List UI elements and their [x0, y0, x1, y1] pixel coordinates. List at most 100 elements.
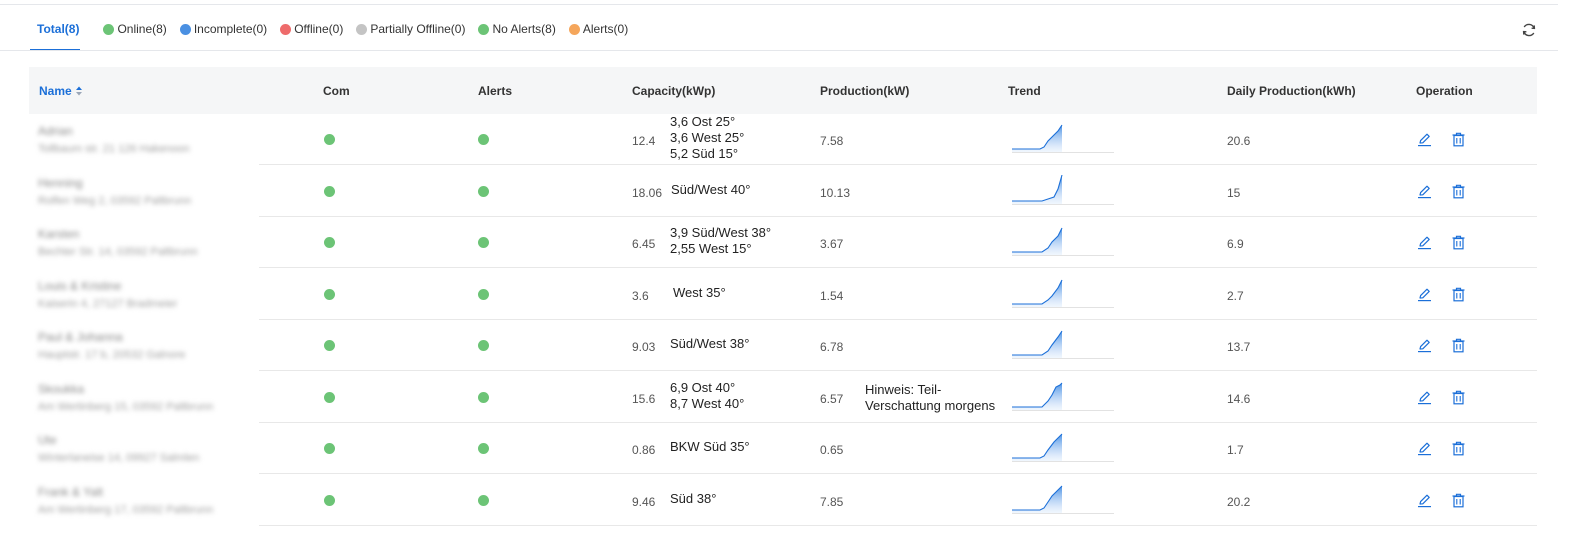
- production-value: 0.65: [820, 443, 844, 457]
- filter-tab-label: No Alerts(8): [492, 22, 556, 36]
- orientation-line: 3,6 Ost 25°: [670, 114, 736, 129]
- plant-name[interactable]: Henning Rolfen Weg 2, 03592 Paltbrunn: [38, 176, 191, 207]
- alert-status-icon: [478, 134, 489, 145]
- production-value: 1.54: [820, 288, 844, 303]
- plant-note: Hinweis: Teil- Verschattung morgens: [865, 382, 995, 414]
- column-header-com: Com: [323, 84, 350, 98]
- capacity-value: 12.4: [632, 134, 656, 148]
- plant-name-label: Ute: [38, 433, 57, 447]
- edit-icon[interactable]: [1417, 132, 1432, 152]
- table-row[interactable]: Karsten Bechter Str. 14, 03592 Paltbrunn…: [29, 217, 1537, 268]
- daily-production-value: 6.9: [1227, 237, 1244, 251]
- daily-production-value: 20.6: [1227, 134, 1251, 148]
- plant-name[interactable]: Adrian Tollbaum str. 21 126 Hakenoon: [38, 124, 190, 155]
- com-status-icon: [324, 443, 335, 454]
- status-dot-icon: [179, 23, 191, 35]
- capacity-value: 3.6: [632, 288, 649, 303]
- filter-tab-3[interactable]: Offline(0): [280, 22, 343, 36]
- plant-name[interactable]: Louis & Kristine Kaiserin 4, 27127 Bradm…: [38, 279, 177, 310]
- trash-icon[interactable]: [1451, 184, 1466, 204]
- edit-icon[interactable]: [1417, 441, 1432, 461]
- trash-icon[interactable]: [1451, 338, 1466, 358]
- plant-address: Winterlaneise 14, 09927 Salmlen: [38, 452, 200, 464]
- plant-name[interactable]: Karsten Bechter Str. 14, 03592 Paltbrunn: [38, 227, 198, 258]
- filter-tab-0[interactable]: Total(8): [37, 22, 79, 36]
- edit-icon[interactable]: [1417, 287, 1432, 307]
- trend-sparkline: [1012, 484, 1116, 521]
- trash-icon[interactable]: [1451, 493, 1466, 513]
- status-dot-icon: [356, 23, 368, 35]
- com-status-icon: [324, 391, 335, 403]
- capacity-value: 18.06: [632, 185, 663, 200]
- plant-name-label: Henning: [38, 175, 83, 190]
- plant-name[interactable]: Frank & Yalt Am Wertinberg 17, 03592 Pal…: [38, 485, 213, 516]
- sort-icon[interactable]: [75, 86, 82, 96]
- trash-icon[interactable]: [1451, 132, 1466, 152]
- edit-icon[interactable]: [1417, 390, 1432, 410]
- filter-tab-label: Offline(0): [294, 22, 344, 36]
- table-row[interactable]: Henning Rolfen Weg 2, 03592 Paltbrunn 18…: [29, 166, 1537, 217]
- filter-tab-6[interactable]: Alerts(0): [568, 22, 629, 36]
- refresh-icon[interactable]: [1521, 22, 1537, 38]
- plant-name[interactable]: Ute Winterlaneise 14, 09927 Salmlen: [38, 433, 199, 464]
- plant-address: Bechter Str. 14, 03592 Paltbrunn: [38, 246, 198, 258]
- orientation-note: Süd/West 38°: [670, 336, 749, 352]
- orientation-line: 3,9 Süd/West 38°: [670, 225, 772, 240]
- plant-address: Am Wertinberg 17, 03592 Paltbrunn: [38, 503, 214, 516]
- alert-status-icon: [478, 185, 489, 197]
- daily-production-value: 15: [1227, 185, 1241, 200]
- orientation-line: 2,55 West 15°: [670, 241, 752, 256]
- filter-tab-1[interactable]: Online(8): [103, 22, 167, 36]
- column-header-name-label: Name: [39, 84, 72, 98]
- plant-name[interactable]: Paul & Johanna Hauptstr. 17 b, 20532 Gal…: [38, 330, 185, 361]
- edit-icon[interactable]: [1417, 338, 1432, 358]
- orientation-note: West 35°: [673, 285, 726, 301]
- plant-address: Tollbaum str. 21 126 Hakenoon: [38, 143, 190, 155]
- status-dot-icon: [103, 23, 115, 35]
- edit-icon[interactable]: [1417, 184, 1432, 204]
- trend-sparkline: [1012, 123, 1116, 160]
- edit-icon[interactable]: [1417, 235, 1432, 255]
- plant-name[interactable]: Skoukka Am Wertinberg 15, 03592 Paltbrun…: [38, 382, 213, 413]
- com-status-icon: [324, 494, 335, 506]
- table-row[interactable]: Louis & Kristine Kaiserin 4, 27127 Bradm…: [29, 269, 1537, 320]
- trend-sparkline: [1012, 329, 1116, 366]
- production-value: 7.58: [820, 134, 844, 148]
- filter-tab-5[interactable]: No Alerts(8): [478, 22, 556, 36]
- daily-production-value: 20.2: [1227, 494, 1251, 509]
- filter-tab-label: Partially Offline(0): [370, 22, 466, 36]
- trend-sparkline: [1012, 174, 1116, 212]
- table-row[interactable]: Ute Winterlaneise 14, 09927 Salmlen 0.86…: [29, 423, 1537, 474]
- filter-tab-label: Alerts(0): [582, 22, 629, 36]
- table-row[interactable]: Adrian Tollbaum str. 21 126 Hakenoon 12.…: [29, 114, 1537, 165]
- trash-icon[interactable]: [1451, 390, 1466, 410]
- column-header-daily-production: Daily Production(kWh): [1227, 84, 1356, 98]
- trash-icon[interactable]: [1451, 287, 1466, 307]
- orientation-line: Süd/West 38°: [670, 336, 750, 351]
- filter-divider: [0, 50, 1558, 51]
- table-row[interactable]: Paul & Johanna Hauptstr. 17 b, 20532 Gal…: [29, 320, 1537, 371]
- daily-production-value: 13.7: [1227, 340, 1251, 354]
- filter-tab-4[interactable]: Partially Offline(0): [356, 22, 465, 36]
- trend-sparkline: [1012, 278, 1116, 315]
- plant-name-label: Skoukka: [38, 381, 85, 396]
- orientation-line: 8,7 West 40°: [670, 395, 745, 411]
- table-row[interactable]: Skoukka Am Wertinberg 15, 03592 Paltbrun…: [29, 372, 1537, 423]
- status-filter-bar: Total(8) Online(8) Incomplete(0) Offline(0)…: [37, 19, 641, 39]
- edit-icon[interactable]: [1417, 493, 1432, 513]
- filter-tab-2[interactable]: Incomplete(0): [179, 22, 267, 36]
- trend-sparkline: [1012, 381, 1116, 418]
- status-dot-icon: [568, 23, 580, 35]
- orientation-line: 3,6 West 25°: [670, 130, 745, 145]
- column-header-trend: Trend: [1008, 84, 1041, 98]
- plant-address: Rolfen Weg 2, 03592 Paltbrunn: [38, 194, 192, 207]
- plant-name-label: Adrian: [38, 124, 73, 138]
- table-row[interactable]: Frank & Yalt Am Wertinberg 17, 03592 Pal…: [29, 475, 1537, 526]
- production-value: 6.78: [820, 340, 844, 354]
- orientation-line: Süd/West 40°: [671, 181, 751, 197]
- trash-icon[interactable]: [1451, 441, 1466, 461]
- column-header-capacity: Capacity(kWp): [632, 84, 716, 98]
- column-header-name[interactable]: Name: [39, 84, 82, 98]
- filter-tab-label: Online(8): [117, 22, 167, 36]
- trash-icon[interactable]: [1451, 235, 1466, 255]
